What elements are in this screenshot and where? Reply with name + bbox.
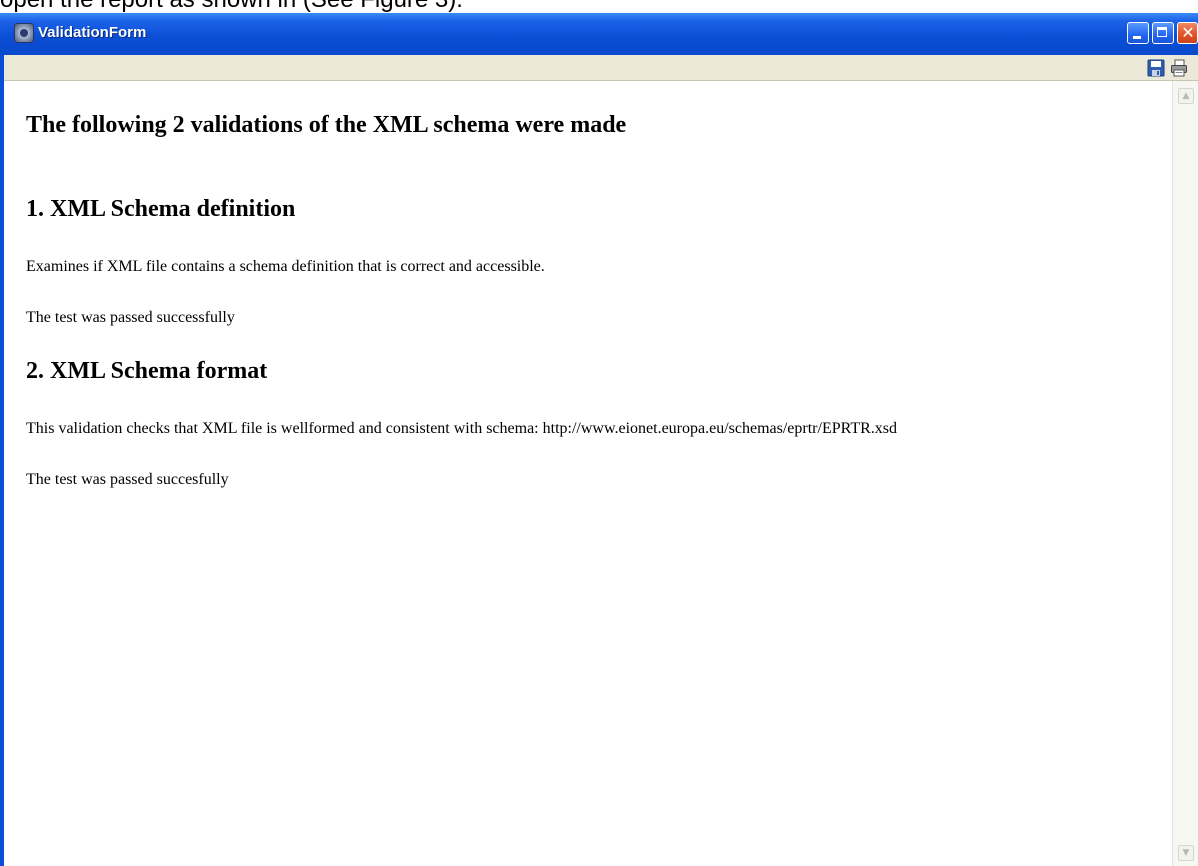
minimize-icon	[1133, 36, 1141, 39]
section-title: 1. XML Schema definition	[26, 196, 296, 222]
app-globe-icon[interactable]	[14, 23, 34, 43]
save-icon[interactable]	[1147, 59, 1165, 77]
section-result: The test was passed successfully	[26, 309, 235, 326]
vertical-scrollbar[interactable]: ▲ ▼	[1172, 81, 1198, 866]
validation-form-window: ValidationForm ✕ The following 2 validat…	[0, 13, 1198, 866]
close-icon: ✕	[1181, 23, 1195, 42]
maximize-button[interactable]	[1152, 22, 1174, 44]
document-caption: open the report as shown in (See Figure …	[0, 0, 463, 12]
section-description: Examines if XML file contains a schema d…	[26, 258, 545, 275]
title-bar[interactable]: ValidationForm ✕	[0, 13, 1198, 55]
print-icon[interactable]	[1170, 59, 1188, 77]
toolbar	[4, 55, 1198, 81]
section-title: 2. XML Schema format	[26, 358, 268, 384]
window-title: ValidationForm	[38, 24, 147, 41]
close-button[interactable]: ✕	[1177, 22, 1198, 44]
maximize-icon	[1157, 27, 1167, 37]
section-description: This validation checks that XML file is …	[26, 420, 897, 437]
section-result: The test was passed succesfully	[26, 471, 229, 488]
scroll-down-icon[interactable]: ▼	[1178, 845, 1194, 861]
scroll-up-icon[interactable]: ▲	[1178, 88, 1194, 104]
minimize-button[interactable]	[1127, 22, 1149, 44]
report-content[interactable]: The following 2 validations of the XML s…	[4, 81, 1172, 866]
report-heading: The following 2 validations of the XML s…	[26, 112, 627, 138]
